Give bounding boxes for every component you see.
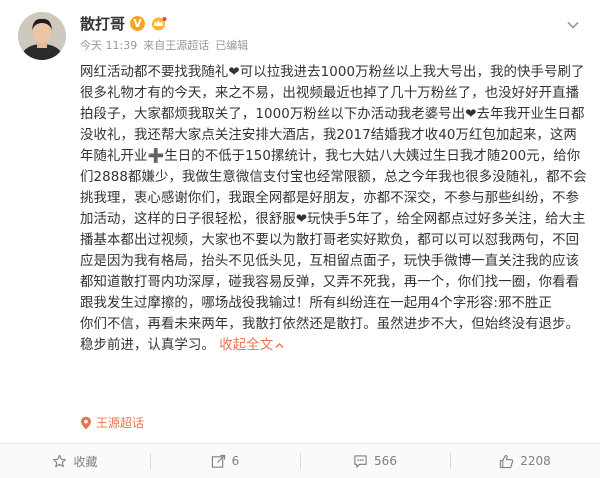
- location-pin-icon: [81, 416, 91, 429]
- post-paragraph-2: 你们不信，再看未来两年，我散打依然还是散打。虽然进步不大，但始终没有退步。稳步前…: [80, 314, 588, 356]
- post-body: 网红活动都不要找我随礼❤可以拉我进去1000万粉丝以上我大号出，我的快手号刷了很…: [80, 62, 588, 356]
- share-count: 6: [231, 454, 240, 468]
- location-label: 王源超话: [96, 416, 145, 430]
- favorite-label: 收藏: [73, 454, 98, 469]
- share-icon: [211, 454, 225, 468]
- edited-label[interactable]: 已编辑: [215, 37, 248, 53]
- user-name-row: 散打哥 V: [80, 13, 167, 34]
- post-meta: 今天 11:39 来自王源超话 已编辑: [80, 37, 248, 53]
- comment-icon: [354, 454, 367, 468]
- post-source-link[interactable]: 王源超话: [165, 39, 209, 52]
- avatar-image: [18, 12, 66, 60]
- weibo-post-card: 散打哥 V 今天 11:39 来自王源超话 已编辑 网红活动都不要找我随礼❤可以…: [0, 0, 600, 478]
- source-prefix-text: 来自: [143, 39, 166, 52]
- avatar[interactable]: [18, 12, 66, 60]
- location-tag[interactable]: 王源超话: [80, 414, 144, 431]
- post-paragraph-text: 你们不信，再看未来两年，我散打依然还是散打。虽然进步不大，但始终没有退步。稳步前…: [80, 317, 580, 353]
- like-button[interactable]: 2208: [450, 444, 600, 478]
- like-icon: [500, 454, 514, 468]
- chevron-up-icon: [275, 342, 284, 348]
- post-source-prefix: 来自王源超话: [143, 37, 209, 53]
- share-button[interactable]: 6: [150, 444, 300, 478]
- chevron-down-icon[interactable]: [566, 18, 580, 32]
- like-count: 2208: [520, 454, 551, 468]
- comment-count: 566: [374, 454, 397, 468]
- action-bar: 收藏 6 566 2208: [0, 444, 600, 478]
- collapse-label: 收起全文: [219, 338, 274, 353]
- favorite-button[interactable]: 收藏: [0, 444, 150, 478]
- post-paragraph: 网红活动都不要找我随礼❤可以拉我进去1000万粉丝以上我大号出，我的快手号刷了很…: [80, 65, 587, 311]
- collapse-full-text-link[interactable]: 收起全文: [219, 338, 284, 353]
- username[interactable]: 散打哥: [80, 13, 125, 34]
- favorite-icon: [53, 454, 67, 467]
- crown-badge-icon: [152, 17, 167, 31]
- post-time[interactable]: 今天 11:39: [80, 37, 137, 53]
- comment-button[interactable]: 566: [300, 444, 450, 478]
- verified-badge-icon: V: [130, 16, 146, 31]
